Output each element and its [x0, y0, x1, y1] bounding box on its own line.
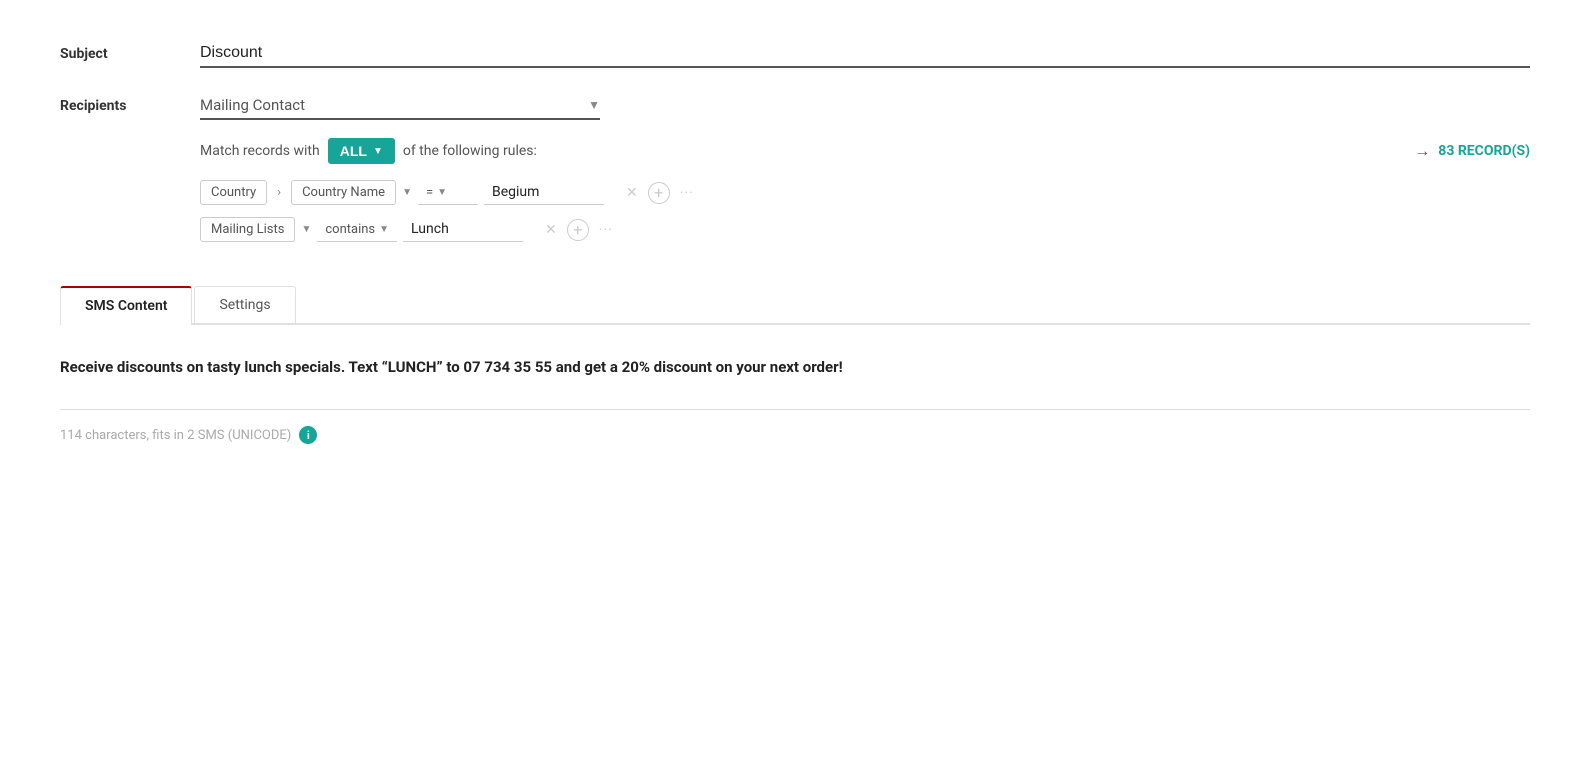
filter-remove-icon-2[interactable]: ✕ — [545, 222, 557, 238]
filter-add-icon-1[interactable]: + — [648, 182, 670, 204]
filter-operator-1[interactable]: = ▼ — [418, 181, 478, 205]
subject-label: Subject — [60, 40, 200, 62]
filter-operator-arrow-1: ▼ — [437, 187, 447, 198]
all-button-arrow: ▼ — [373, 146, 383, 157]
tabs-container: SMS Content Settings — [60, 286, 1530, 325]
sms-body-text: Receive discounts on tasty lunch special… — [60, 355, 1530, 379]
recipients-select-text: Mailing Contact — [200, 96, 580, 114]
filter-operator-label-1: = — [426, 185, 433, 200]
filter-field-country[interactable]: Country — [200, 180, 267, 205]
filter-more-icon-1[interactable]: ··· — [680, 185, 694, 201]
sms-content-area: Receive discounts on tasty lunch special… — [60, 325, 1530, 464]
filter-value-label-2: Lunch — [411, 221, 449, 237]
filter-value-begium[interactable]: Begium — [484, 180, 604, 205]
filter-remove-icon-1[interactable]: ✕ — [626, 185, 638, 201]
filter-separator-1: › — [273, 185, 285, 200]
filter-value-label-1: Begium — [492, 184, 539, 200]
filter-subfield-country-name[interactable]: Country Name — [291, 180, 396, 205]
match-suffix-text: of the following rules: — [403, 143, 537, 159]
filter-add-icon-2[interactable]: + — [567, 219, 589, 241]
filter-operator-arrow-2: ▼ — [379, 224, 389, 235]
filter-operator-label-2: contains — [325, 222, 375, 237]
tab-settings-label: Settings — [219, 297, 270, 313]
filter-field-mailing-lists[interactable]: Mailing Lists — [200, 217, 295, 242]
subject-input[interactable] — [200, 40, 1530, 68]
tab-sms-content[interactable]: SMS Content — [60, 286, 192, 325]
recipients-dropdown-arrow: ▼ — [588, 98, 600, 112]
filter-operator-2[interactable]: contains ▼ — [317, 218, 397, 242]
filter-more-icon-2[interactable]: ··· — [599, 222, 613, 238]
sms-divider — [60, 409, 1530, 410]
filter-field-dropdown-arrow-2: ▼ — [301, 224, 311, 235]
records-arrow-icon: → — [1414, 141, 1430, 161]
sms-meta-text: 114 characters, fits in 2 SMS (UNICODE) — [60, 428, 291, 443]
sms-meta-row: 114 characters, fits in 2 SMS (UNICODE) … — [60, 426, 1530, 444]
filter-field-dropdown-arrow-1: ▼ — [402, 187, 412, 198]
filter-value-lunch[interactable]: Lunch — [403, 217, 523, 242]
recipients-select[interactable]: Mailing Contact ▼ — [200, 92, 600, 120]
records-count: 83 RECORD(S) — [1438, 143, 1530, 159]
recipients-label: Recipients — [60, 92, 200, 114]
records-link[interactable]: → 83 RECORD(S) — [1414, 141, 1530, 161]
all-button[interactable]: ALL ▼ — [328, 138, 395, 164]
tab-sms-content-label: SMS Content — [85, 298, 167, 314]
all-button-label: ALL — [340, 143, 367, 159]
info-icon[interactable]: i — [299, 426, 317, 444]
match-prefix-text: Match records with — [200, 143, 320, 159]
filter-row-1: Country › Country Name ▼ = ▼ Begium ✕ + … — [200, 180, 1530, 205]
filter-row-2: Mailing Lists ▼ contains ▼ Lunch ✕ + ··· — [200, 217, 1530, 242]
tab-settings[interactable]: Settings — [194, 286, 295, 323]
